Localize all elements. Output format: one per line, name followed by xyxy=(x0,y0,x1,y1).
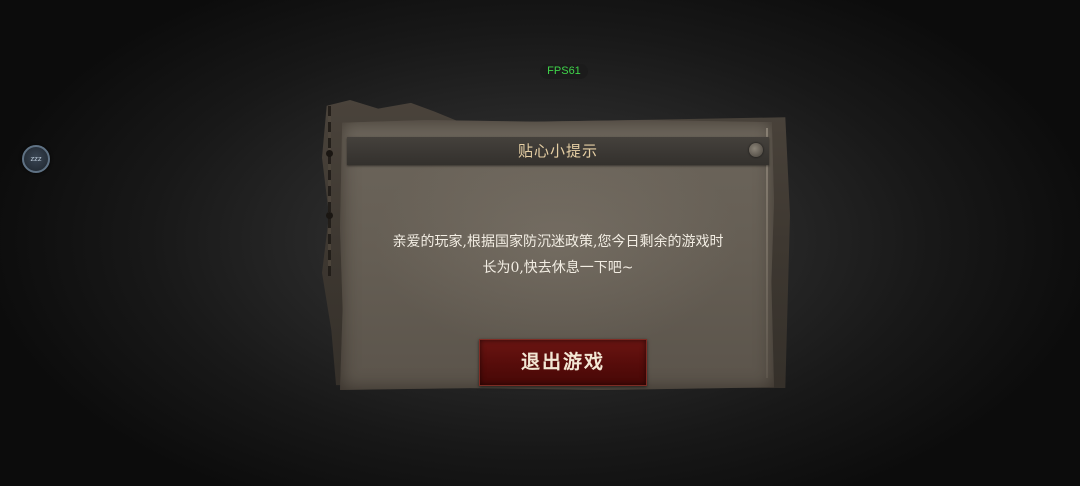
floating-assistant-button[interactable]: zzz xyxy=(22,145,50,173)
exit-game-button-label: 退出游戏 xyxy=(520,351,605,373)
dialog-title-bar: 贴心小提示 xyxy=(347,137,769,165)
game-scene: FPS61 zzz 贴心小提示 亲爱的玩家,根据国家防沉迷政策,您今日剩余的游戏… xyxy=(0,0,1080,486)
dialog-message: 亲爱的玩家,根据国家防沉迷政策,您今日剩余的游戏时 长为0,快去休息一下吧~ xyxy=(350,229,766,281)
dialog-binding-cord xyxy=(328,106,331,276)
binding-knot xyxy=(326,150,333,157)
dialog-title: 贴心小提示 xyxy=(517,142,598,160)
sleep-icon: zzz xyxy=(30,155,42,163)
binding-knot xyxy=(326,212,333,219)
dialog-message-line: 亲爱的玩家,根据国家防沉迷政策,您今日剩余的游戏时 xyxy=(392,234,724,250)
dialog-edge-divider xyxy=(766,128,768,378)
exit-game-button[interactable]: 退出游戏 xyxy=(479,339,647,386)
stud-ornament-icon xyxy=(749,143,763,157)
fps-counter: FPS61 xyxy=(540,64,588,79)
dialog-message-line: 长为0,快去休息一下吧~ xyxy=(482,260,634,276)
